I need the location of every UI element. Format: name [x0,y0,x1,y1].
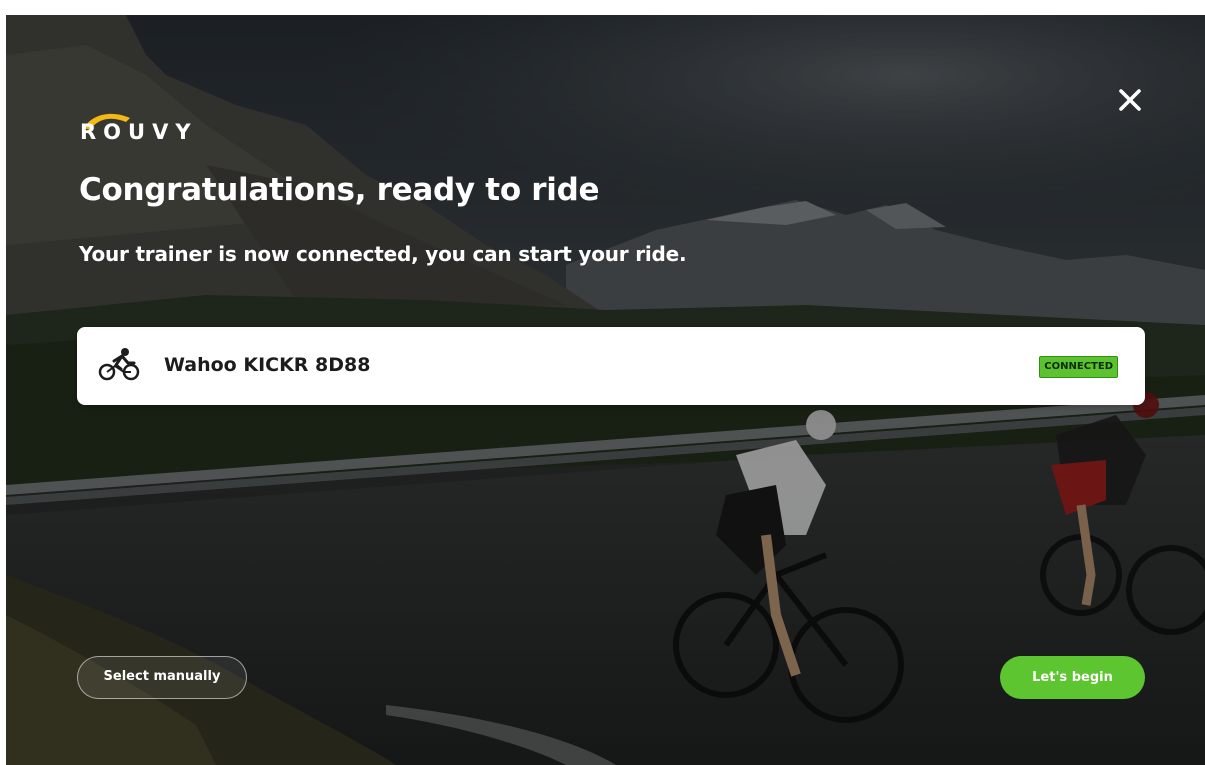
cyclist-icon [98,348,140,381]
dialog-overlay: ROUVY Congratulations, ready to ride You… [0,0,1205,765]
status-badge: CONNECTED [1039,356,1118,378]
page-subtitle: Your trainer is now connected, you can s… [79,242,687,266]
device-card[interactable]: Wahoo KICKR 8D88 CONNECTED [77,327,1145,405]
close-icon[interactable] [1116,86,1144,114]
logo-wordmark: ROUVY [80,120,198,144]
pairing-success-screen: ROUVY Congratulations, ready to ride You… [0,0,1205,765]
device-name: Wahoo KICKR 8D88 [164,354,371,376]
lets-begin-button[interactable]: Let's begin [1000,656,1145,699]
close-button[interactable] [1116,86,1144,114]
page-title: Congratulations, ready to ride [79,172,600,208]
select-manually-button[interactable]: Select manually [77,656,247,699]
rouvy-logo: ROUVY [80,110,210,150]
